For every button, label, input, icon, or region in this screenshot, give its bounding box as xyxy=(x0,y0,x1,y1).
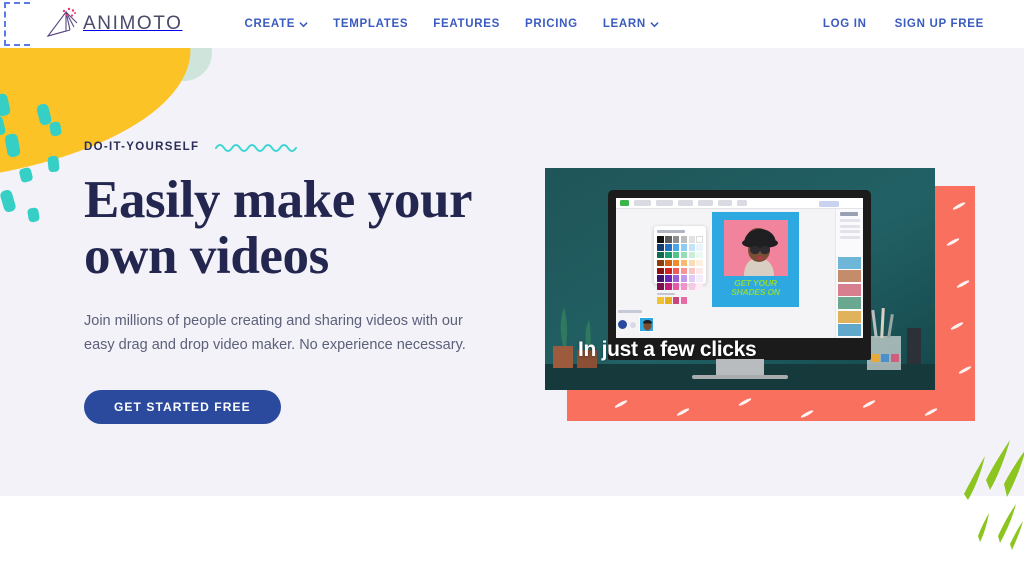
toolbar-share-button xyxy=(819,200,839,207)
toolbar-scenes-button xyxy=(634,200,651,206)
nav-item-learn-label: LEARN xyxy=(602,18,646,30)
headline-line-2: own videos xyxy=(84,227,329,286)
media-panel-thumbnails xyxy=(838,257,861,337)
animoto-fan-logo-icon xyxy=(44,7,80,41)
canvas-photo xyxy=(723,220,788,276)
nav-item-pricing-label: PRICING xyxy=(525,18,578,30)
top-navigation-bar: ANIMOTO CREATE TEMPLATES FEATURES PRICIN… xyxy=(0,0,1024,48)
page-title: Easily make your own videos xyxy=(84,172,524,284)
media-thumbnail xyxy=(838,257,861,269)
palette-custom-label xyxy=(657,292,675,296)
skip-link-focus-outline xyxy=(4,2,30,46)
login-link[interactable]: LOG IN xyxy=(823,18,867,30)
media-panel-title xyxy=(840,212,858,216)
hero-copy-block: DO-IT-YOURSELF Easily make your own vide… xyxy=(84,138,524,425)
auth-nav-links: LOG IN SIGN UP FREE xyxy=(823,18,984,30)
nav-item-features-label: FEATURES xyxy=(433,18,500,30)
animoto-logo-link[interactable]: ANIMOTO xyxy=(44,7,183,41)
nav-item-create[interactable]: CREATE xyxy=(245,18,309,30)
brand-name: ANIMOTO xyxy=(83,13,183,34)
media-panel-row xyxy=(840,219,860,222)
nav-item-features[interactable]: FEATURES xyxy=(433,18,500,30)
signup-free-link[interactable]: SIGN UP FREE xyxy=(895,18,984,30)
primary-nav-links: CREATE TEMPLATES FEATURES PRICING LEARN xyxy=(245,18,659,30)
palette-swatch-grid xyxy=(657,236,704,290)
editor-toolbar xyxy=(616,198,863,209)
nav-item-templates-label: TEMPLATES xyxy=(333,18,409,30)
timeline-clips-row xyxy=(618,317,833,332)
media-thumbnail xyxy=(838,324,861,337)
editor-canvas: GET YOUR SHADES ON xyxy=(712,212,799,307)
toolbar-text-button xyxy=(698,200,713,206)
timeline-label xyxy=(618,310,642,313)
nav-item-templates[interactable]: TEMPLATES xyxy=(333,18,408,30)
toolbar-redo-button xyxy=(737,200,747,206)
toolbar-design-button xyxy=(656,200,673,206)
green-brush-decoration xyxy=(964,440,1024,550)
editor-media-panel xyxy=(835,209,863,338)
editor-screen: GET YOUR SHADES ON xyxy=(616,198,863,338)
canvas-caption: GET YOUR SHADES ON xyxy=(712,279,799,296)
chevron-down-icon xyxy=(650,20,659,29)
hero-video-thumbnail[interactable]: GET YOUR SHADES ON In just a few clicks xyxy=(545,168,935,390)
nav-item-pricing[interactable]: PRICING xyxy=(525,18,578,30)
toolbar-home-icon xyxy=(620,200,629,206)
hero-eyebrow: DO-IT-YOURSELF xyxy=(84,141,200,153)
monitor-mockup: GET YOUR SHADES ON xyxy=(608,190,871,379)
video-caption: In just a few clicks xyxy=(578,338,757,361)
monitor-base xyxy=(691,375,788,379)
nav-item-learn[interactable]: LEARN xyxy=(603,18,659,30)
media-panel-row xyxy=(840,224,860,228)
hero-subcopy: Join millions of people creating and sha… xyxy=(84,313,466,354)
squiggle-decoration xyxy=(215,144,298,152)
palette-title xyxy=(657,230,685,233)
timeline-clip-thumbnail xyxy=(639,317,654,332)
media-panel-row xyxy=(840,235,860,239)
canvas-caption-line-2: SHADES ON xyxy=(731,286,780,297)
hero-media-block: GET YOUR SHADES ON In just a few clicks xyxy=(545,168,985,421)
background-color-palette xyxy=(654,226,706,305)
media-thumbnail xyxy=(838,270,861,283)
media-thumbnail xyxy=(838,297,861,310)
timeline-play-icon xyxy=(618,320,627,329)
media-panel-row xyxy=(840,230,860,233)
wave-divider xyxy=(0,440,1024,495)
get-started-free-button[interactable]: GET STARTED FREE xyxy=(84,390,281,425)
hero-eyebrow-row: DO-IT-YOURSELF xyxy=(84,138,524,156)
nav-item-create-label: CREATE xyxy=(244,18,296,30)
media-thumbnail xyxy=(838,283,861,296)
media-thumbnail xyxy=(838,310,861,323)
chevron-down-icon xyxy=(299,20,308,29)
palette-custom-swatches xyxy=(657,297,704,305)
headline-line-1: Easily make your xyxy=(84,171,473,229)
toolbar-undo-button xyxy=(718,200,732,206)
page-root: ANIMOTO CREATE TEMPLATES FEATURES PRICIN… xyxy=(0,0,1024,576)
timeline-add-icon xyxy=(630,321,636,328)
toolbar-music-button xyxy=(678,200,693,206)
editor-timeline xyxy=(618,310,833,336)
